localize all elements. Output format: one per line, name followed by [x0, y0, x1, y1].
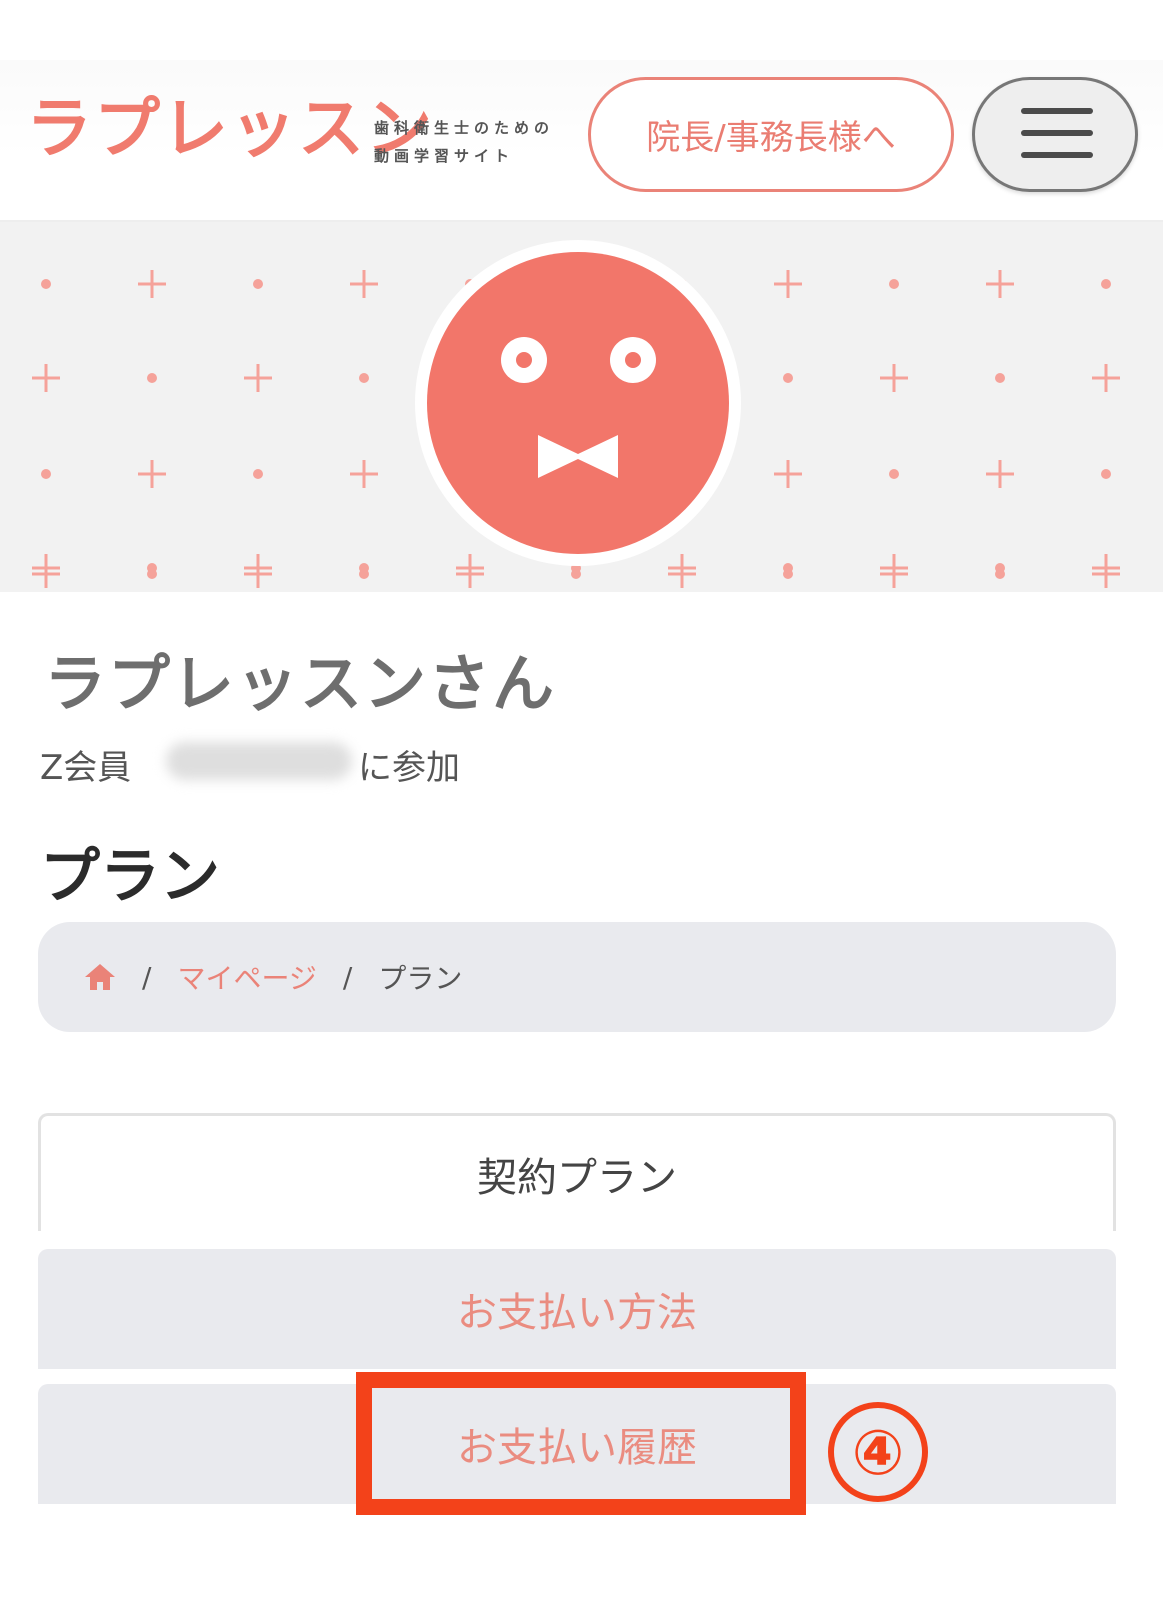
home-icon[interactable]	[84, 962, 116, 992]
tab-payment-method[interactable]: お支払い方法	[38, 1249, 1116, 1369]
director-page-button[interactable]: 院長/事務長様へ	[588, 77, 954, 192]
membership-label: Z会員	[40, 748, 132, 788]
breadcrumb-separator: /	[342, 960, 353, 994]
user-avatar	[415, 240, 741, 566]
user-display-name: ラプレッスンさん	[44, 647, 557, 720]
breadcrumb: / マイページ / プラン	[38, 922, 1116, 1032]
breadcrumb-current: プラン	[378, 962, 463, 995]
avatar-face-icon	[427, 252, 729, 554]
redacted-join-date	[166, 742, 352, 780]
site-tagline: 歯科衛生士のための 動画学習サイト	[374, 114, 554, 170]
hamburger-line	[1021, 130, 1093, 136]
tagline-line-2: 動画学習サイト	[374, 147, 515, 165]
joined-suffix: に参加	[358, 748, 460, 788]
hamburger-menu-button[interactable]	[972, 77, 1138, 192]
step-number-badge: ④	[828, 1402, 928, 1502]
hamburger-line	[1021, 152, 1093, 158]
tab-contract-plan[interactable]: 契約プラン	[38, 1113, 1116, 1231]
hamburger-line	[1021, 108, 1093, 114]
tagline-line-1: 歯科衛生士のための	[374, 119, 555, 137]
site-logo[interactable]: ラプレッスン	[26, 96, 434, 162]
page-title: プラン	[40, 842, 220, 912]
highlight-box	[356, 1372, 806, 1515]
breadcrumb-separator: /	[142, 960, 152, 994]
breadcrumb-mypage-link[interactable]: マイページ	[177, 957, 316, 997]
